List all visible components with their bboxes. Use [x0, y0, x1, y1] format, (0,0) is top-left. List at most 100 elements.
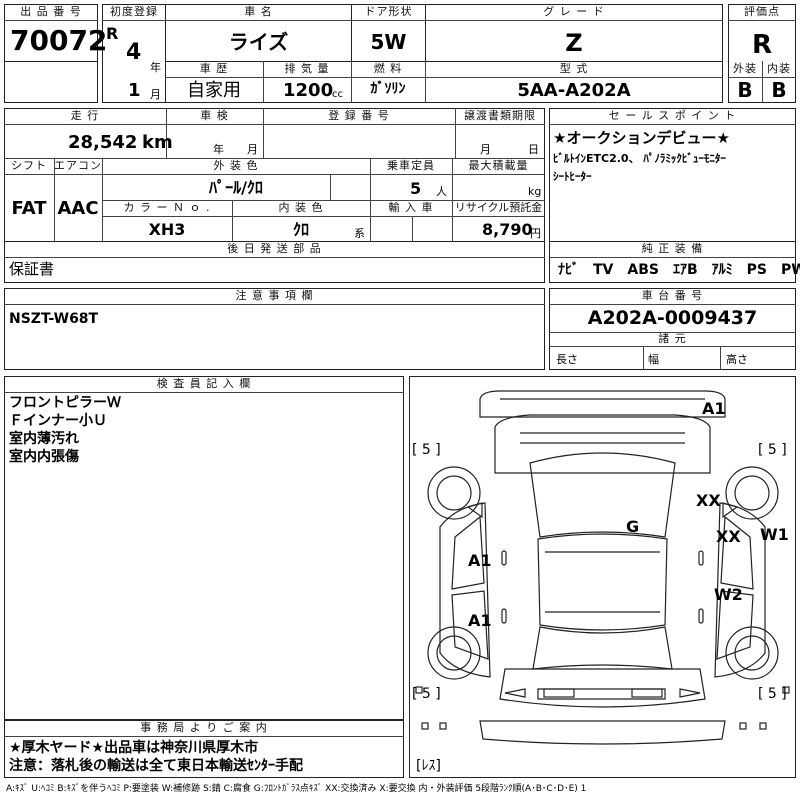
interior-color: ｸﾛ	[292, 220, 309, 239]
color-no-label: カ ラ ー Ｎ ｏ .	[123, 201, 211, 214]
max-load-label: 最大積載量	[468, 159, 529, 172]
door-label: ドア形状	[364, 5, 413, 18]
recycle-unit: 円	[530, 227, 541, 240]
tire-rear-right-label: [ 5 ]	[758, 686, 787, 702]
damage-mark-right-door-front: XX	[716, 527, 741, 546]
damage-mark-front-bumper: A1	[702, 399, 726, 418]
right-mirror	[722, 502, 739, 519]
rear-bumper-outline	[479, 720, 726, 745]
capacity-label: 乗車定員	[387, 159, 435, 172]
damage-mark-windshield: G	[626, 517, 640, 536]
spare-tire-label: [ﾚｽ]	[416, 758, 441, 774]
exterior-score-label: 外装	[733, 62, 757, 75]
inspection-year-unit: 年	[213, 143, 224, 156]
exterior-color-label: 外 装 色	[213, 159, 259, 172]
exterior-color: ﾊﾟｰﾙ/ｸﾛ	[209, 178, 263, 197]
fuel-label: 燃 料	[373, 62, 403, 75]
model-label: 型 式	[559, 62, 589, 75]
notes-value: NSZT-W68T	[9, 311, 99, 327]
import-label: 輸 入 車	[388, 201, 434, 214]
shift-label: シフト	[11, 159, 47, 172]
sales-point-line-2: ﾋﾞﾙﾄｲﾝETC2.0、 ﾊﾟﾉﾗﾐｯｸﾋﾞｭｰﾓﾆﾀｰ	[553, 152, 726, 165]
car-name-label: 車 名	[244, 5, 273, 18]
max-load-unit: kg	[528, 185, 542, 198]
trunk-outline	[499, 668, 706, 708]
car-name: ライズ	[228, 30, 289, 54]
damage-mark-left-door-front: A1	[468, 551, 492, 570]
inspector-line-3: 室内薄汚れ	[9, 431, 79, 447]
ac: AAC	[57, 198, 99, 219]
damage-mark-right-fender: XX	[696, 491, 721, 510]
car-diagram	[415, 390, 790, 745]
inspection-month-unit: 月	[247, 143, 258, 156]
model: 5AA-A202A	[517, 80, 631, 101]
inspector-line-4: 室内内張傷	[9, 449, 79, 465]
rear-glass-outline	[532, 626, 673, 670]
recycle: 8,790	[482, 220, 533, 239]
sales-point-label: セ ー ル ス ポ イ ン ト	[608, 109, 737, 122]
tire-front-left	[427, 466, 481, 520]
damage-mark-right-pillar: W1	[760, 525, 789, 544]
interior-color-unit: 系	[354, 227, 365, 240]
hood-outline	[494, 414, 711, 474]
reg-year: 4	[126, 40, 142, 65]
later-parts-label: 後 日 発 送 部 品	[227, 242, 322, 255]
roof-outline	[537, 533, 668, 631]
history: 自家用	[187, 80, 241, 101]
score: R	[751, 30, 773, 60]
legend: A:ｷｽﾞ U:ﾍｺﾐ B:ｷｽﾞを伴うﾍｺﾐ P:要塗装 W:補修跡 S:錆 …	[6, 784, 587, 794]
displacement: 1200	[283, 80, 334, 101]
displacement-label: 排 気 量	[284, 62, 330, 75]
sales-point-line-3: ｼｰﾄﾋｰﾀｰ	[553, 170, 592, 183]
notes-label: 注 意 事 項 欄	[235, 289, 314, 302]
transfer-month-unit: 月	[480, 143, 491, 156]
later-parts-value: 保証書	[9, 260, 55, 278]
mileage-unit: km	[142, 132, 173, 153]
specs-label: 諸 元	[658, 332, 687, 345]
sales-point-line-1: ★オークションデビュー★	[553, 129, 730, 147]
reg-number-label: 登 録 番 号	[328, 109, 390, 122]
inspector-label: 検 査 員 記 入 欄	[156, 377, 252, 390]
office-line-1: ★厚木ヤード★出品車は神奈川県厚木市	[9, 740, 259, 756]
equipment-items: ﾅﾋﾞ TV ABS ｴｱB ｱﾙﾐ PS PW	[558, 262, 800, 278]
height-label: 高さ	[726, 353, 748, 366]
mileage-label: 走 行	[70, 109, 100, 122]
lot-number-label: 出 品 番 号	[20, 5, 82, 18]
left-mirror	[466, 502, 483, 519]
year-unit: 年	[150, 61, 161, 74]
mileage: 28,542	[68, 132, 138, 153]
chassis-value: A202A-0009437	[587, 307, 758, 329]
grade: Z	[565, 29, 583, 57]
color-no: XH3	[148, 220, 186, 239]
first-reg-label: 初度登録	[110, 5, 158, 18]
windshield-outline	[529, 452, 676, 538]
inspector-line-1: フロントピラーＷ	[9, 395, 121, 411]
score-label: 評価点	[744, 5, 780, 18]
transfer-day-unit: 日	[528, 143, 539, 156]
history-label: 車 歴	[199, 62, 229, 75]
damage-mark-left-door-rear: A1	[468, 611, 492, 630]
lot-number-extra-box	[4, 61, 98, 103]
transfer-label: 譲渡書類期限	[464, 109, 536, 122]
capacity-unit: 人	[436, 185, 447, 198]
tire-front-left-label: [ 5 ]	[412, 442, 441, 458]
capacity: 5	[410, 179, 422, 198]
era: R	[106, 24, 119, 43]
reg-month: 1	[128, 80, 141, 101]
door: 5W	[370, 30, 407, 54]
office-line-2: 注意：落札後の輸送は全て東日本輸送ｾﾝﾀｰ手配	[9, 758, 303, 774]
chassis-label: 車 台 番 号	[641, 289, 704, 302]
interior-score: B	[771, 78, 787, 102]
length-label: 長さ	[556, 353, 578, 366]
damage-mark-right-door-rear: W2	[714, 585, 743, 604]
fuel: ｶﾞｿﾘﾝ	[370, 81, 406, 97]
recycle-label: リサイクル預託金	[454, 201, 543, 214]
tire-rear-left-label: [ 5 ]	[412, 686, 441, 702]
office-label: 事 務 局 よ り ご 案 内	[140, 721, 268, 734]
month-unit: 月	[150, 88, 161, 101]
front-bumper-outline	[479, 390, 726, 418]
shift: FAT	[11, 198, 47, 219]
tire-front-right	[725, 466, 779, 520]
equipment-label: 純 正 装 備	[641, 242, 704, 255]
interior-score-label: 内装	[767, 62, 791, 75]
